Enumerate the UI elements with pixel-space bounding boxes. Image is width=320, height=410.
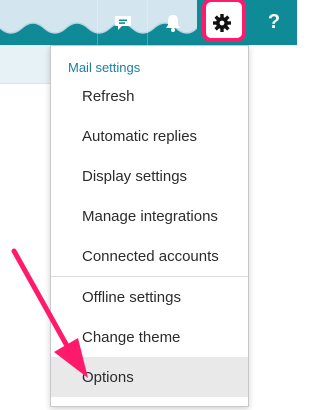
gear-icon xyxy=(213,13,231,32)
bell-icon xyxy=(166,14,180,32)
top-navigation-bar: ? xyxy=(0,0,297,45)
chat-icon xyxy=(115,15,131,30)
help-icon: ? xyxy=(267,11,281,33)
help-button[interactable]: ? xyxy=(249,0,297,45)
menu-item-connected-accounts[interactable]: Connected accounts xyxy=(51,238,248,274)
menu-item-options[interactable]: Options xyxy=(51,357,248,397)
notifications-button[interactable] xyxy=(147,0,198,45)
settings-dropdown-menu: Mail settings Refresh Automatic replies … xyxy=(50,45,249,407)
menu-divider xyxy=(51,276,248,277)
settings-button[interactable] xyxy=(197,0,247,45)
menu-item-change-theme[interactable]: Change theme xyxy=(51,319,248,355)
menu-section-header: Mail settings xyxy=(68,60,141,75)
menu-item-offline-settings[interactable]: Offline settings xyxy=(51,279,248,315)
chat-button[interactable] xyxy=(97,0,148,45)
menu-item-manage-integrations[interactable]: Manage integrations xyxy=(51,198,248,234)
menu-item-refresh[interactable]: Refresh xyxy=(51,78,248,114)
menu-item-display-settings[interactable]: Display settings xyxy=(51,158,248,194)
menu-item-automatic-replies[interactable]: Automatic replies xyxy=(51,118,248,154)
